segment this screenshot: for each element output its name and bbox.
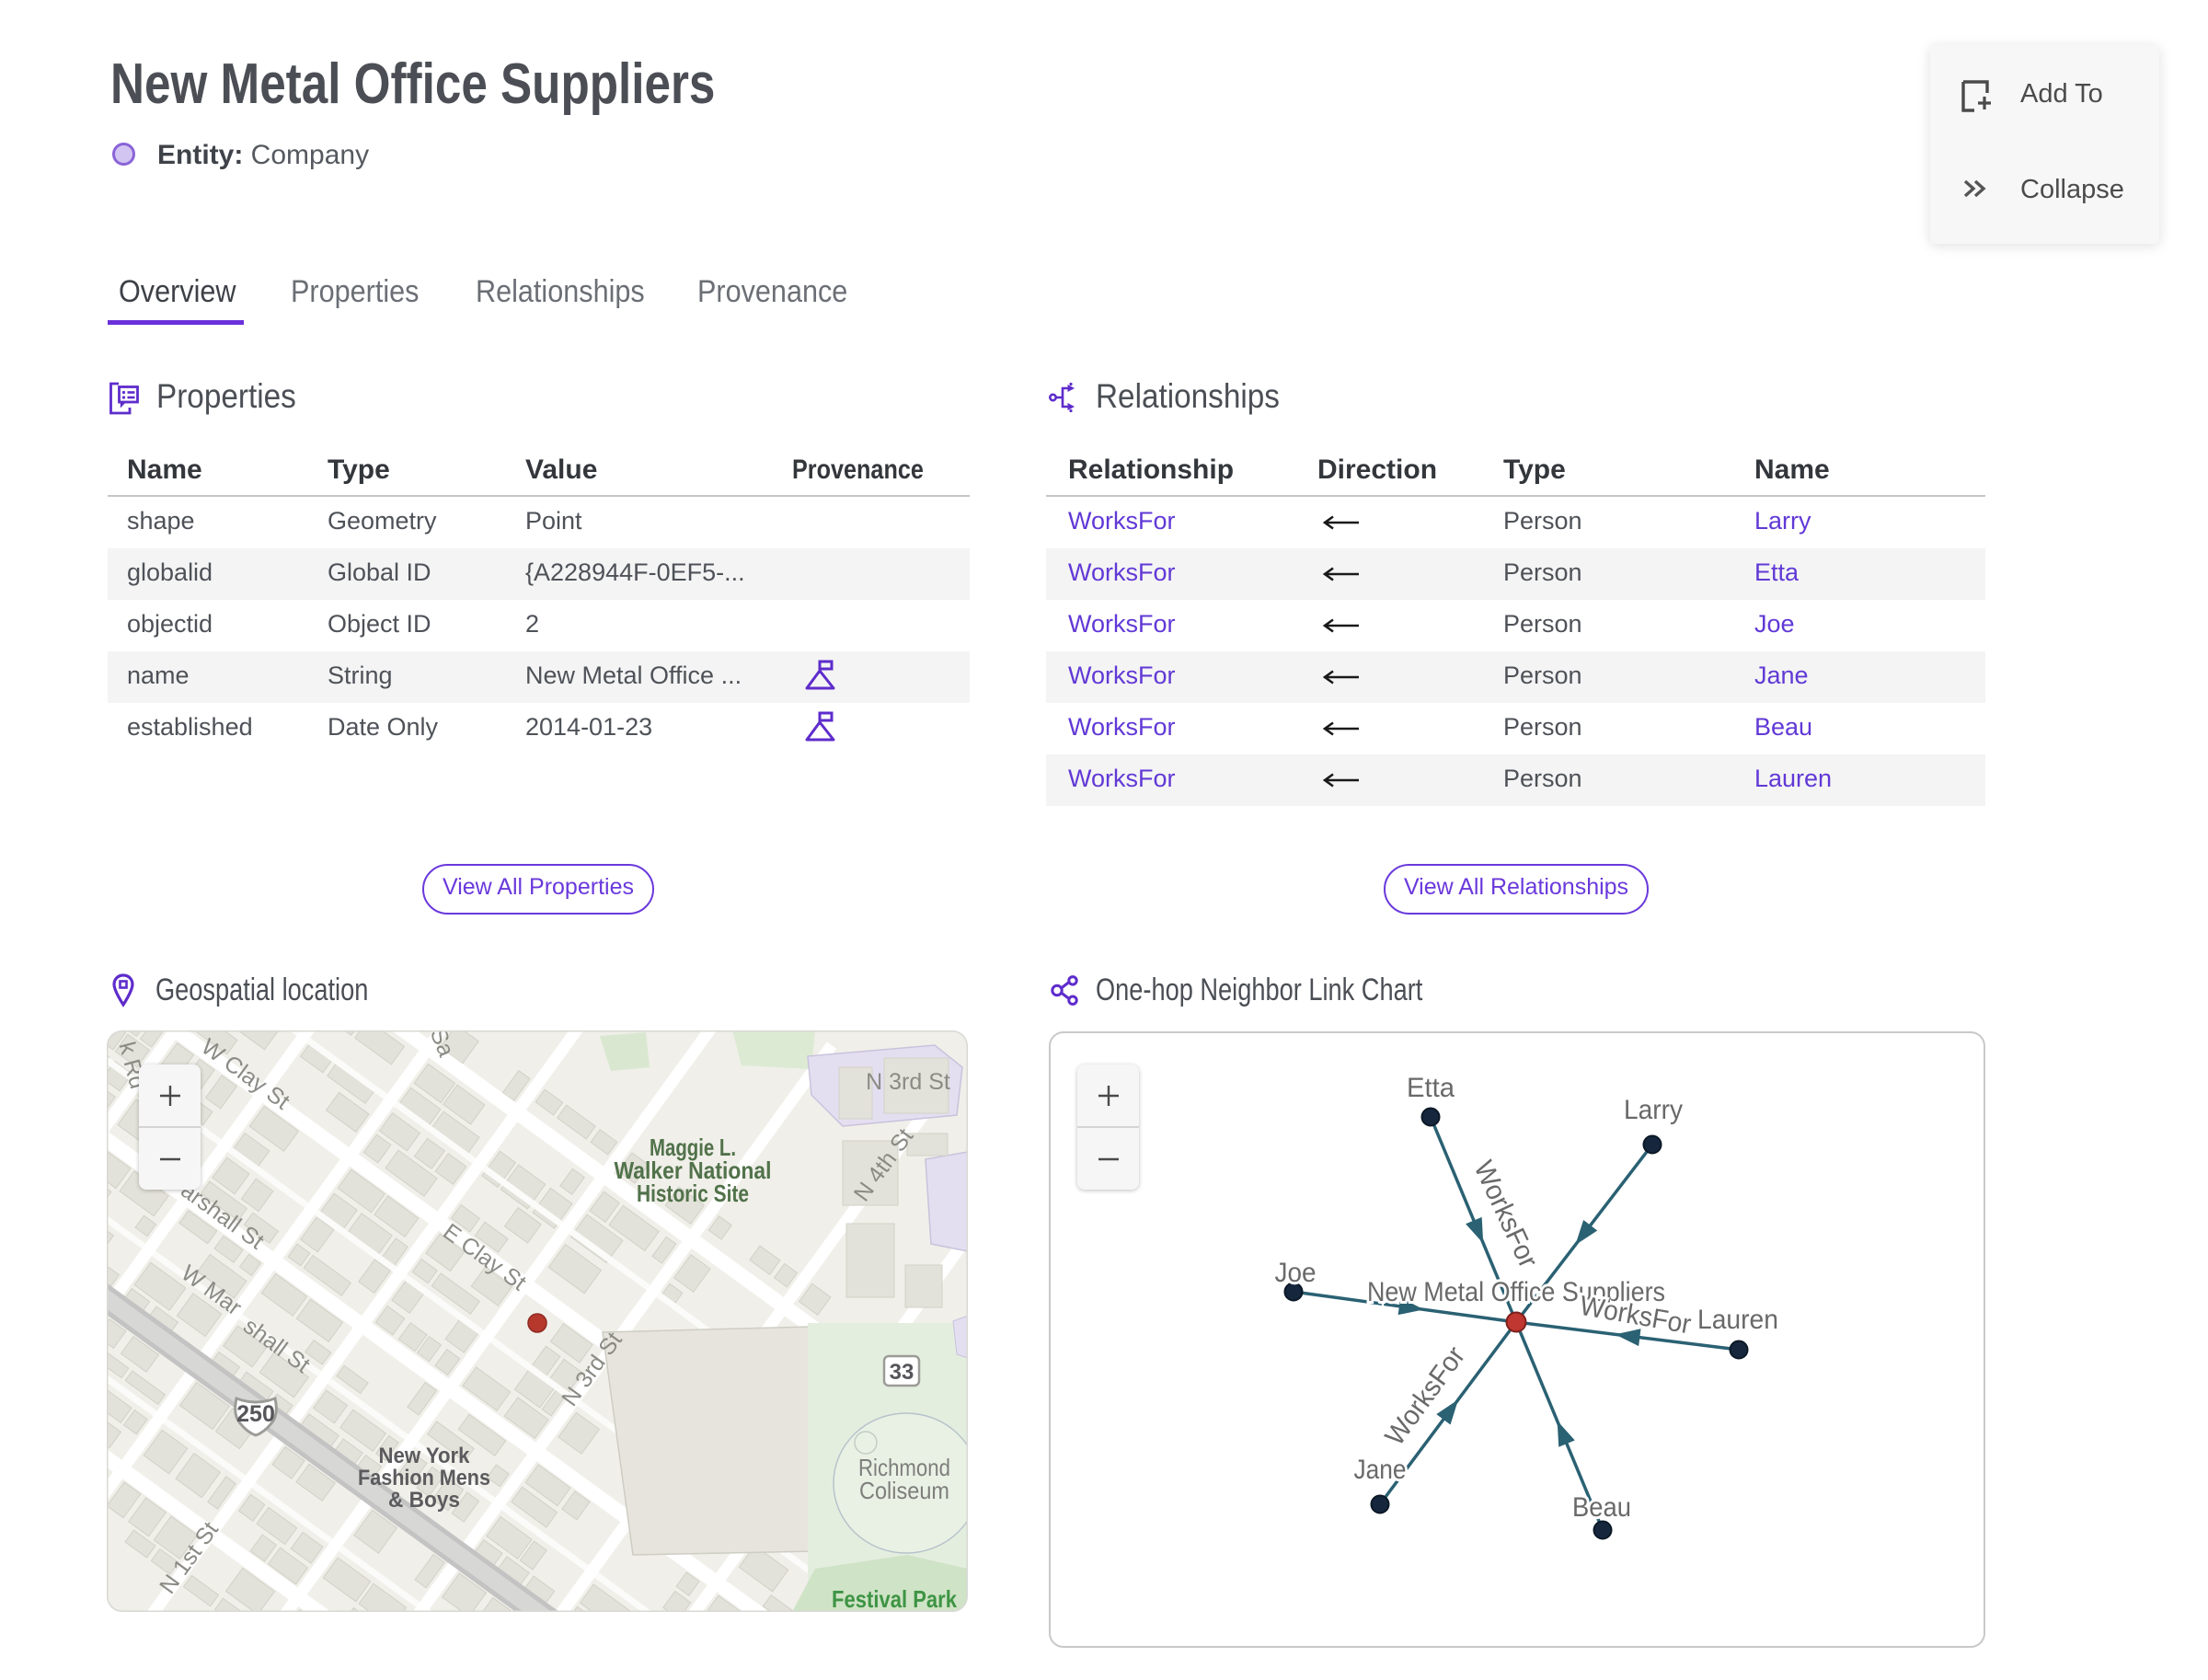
svg-text:Joe: Joe <box>1275 1258 1317 1288</box>
svg-text:Beau: Beau <box>1572 1492 1631 1523</box>
svg-text:New York: New York <box>379 1444 471 1468</box>
svg-text:Jane: Jane <box>1354 1455 1407 1485</box>
svg-text:33: 33 <box>890 1360 914 1385</box>
svg-text:250: 250 <box>236 1401 275 1427</box>
svg-text:Larry: Larry <box>1624 1095 1683 1125</box>
svg-text:Festival Park: Festival Park <box>832 1585 957 1612</box>
svg-text:N 3rd St: N 3rd St <box>866 1069 950 1095</box>
svg-text:Coliseum: Coliseum <box>859 1477 949 1504</box>
svg-text:WorksFor: WorksFor <box>1467 1156 1543 1272</box>
svg-text:Lauren: Lauren <box>1697 1305 1778 1335</box>
svg-text:Etta: Etta <box>1407 1073 1455 1103</box>
svg-text:Fashion Mens: Fashion Mens <box>358 1466 490 1490</box>
svg-text:WorksFor: WorksFor <box>1380 1341 1472 1452</box>
svg-text:Historic Site: Historic Site <box>637 1179 749 1207</box>
svg-text:& Boys: & Boys <box>388 1488 460 1513</box>
